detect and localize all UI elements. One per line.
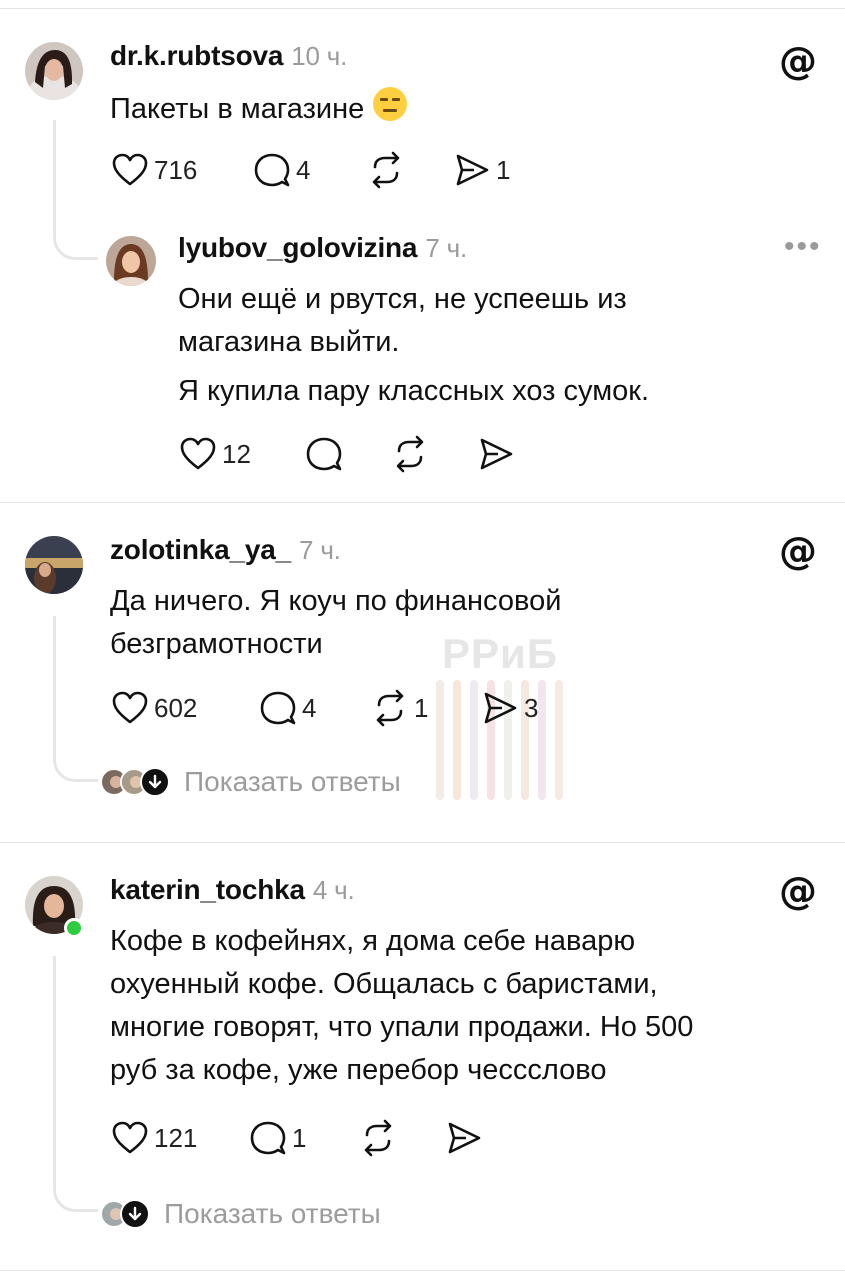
chevron-down-icon bbox=[120, 1199, 150, 1229]
comment-line: магазина выйти. bbox=[178, 326, 400, 358]
repost-button[interactable] bbox=[366, 150, 452, 190]
heart-icon bbox=[112, 691, 148, 724]
show-replies-label: Показать ответы bbox=[184, 766, 401, 797]
repost-button[interactable] bbox=[358, 1118, 444, 1158]
send-icon bbox=[484, 692, 517, 724]
comment-line: Они ещё и рвутся, не успеешь из bbox=[178, 283, 627, 315]
action-bar: 716 4 1 bbox=[110, 150, 510, 190]
heart-icon bbox=[112, 1121, 148, 1154]
comment-line: Кофе в кофейнях, я дома себе наварю bbox=[110, 925, 636, 957]
repost-icon bbox=[372, 151, 400, 189]
comment-text: Пакеты в магазине bbox=[110, 86, 408, 135]
avatar[interactable] bbox=[25, 42, 83, 100]
username-text[interactable]: zolotinka_ya_ bbox=[110, 534, 291, 565]
comment-username[interactable]: lyubov_golovizina 7 ч. bbox=[178, 232, 467, 264]
heart-icon bbox=[112, 153, 148, 186]
comment-bubble-icon bbox=[260, 691, 296, 725]
divider-1 bbox=[0, 502, 845, 503]
more-options-button[interactable]: ••• bbox=[784, 230, 822, 264]
repost-button[interactable]: 1 bbox=[370, 688, 480, 728]
threads-logo-icon[interactable]: @ bbox=[778, 869, 818, 917]
threads-logo-icon[interactable]: @ bbox=[778, 529, 818, 577]
thread-connector bbox=[53, 616, 98, 782]
comment-bubble-icon bbox=[254, 153, 290, 187]
action-bar: 12 bbox=[178, 434, 516, 474]
reply-count: 4 bbox=[302, 692, 317, 723]
online-status-indicator bbox=[64, 918, 84, 938]
share-count: 3 bbox=[524, 692, 539, 723]
timestamp: 7 ч. bbox=[299, 535, 341, 565]
show-replies-button[interactable]: Показать ответы bbox=[100, 1198, 381, 1230]
action-bar: 602 4 1 3 bbox=[110, 688, 538, 728]
username-text[interactable]: katerin_tochka bbox=[110, 874, 305, 905]
svg-text:@: @ bbox=[779, 870, 817, 912]
send-icon bbox=[480, 438, 513, 470]
username-text[interactable]: dr.k.rubtsova bbox=[110, 40, 283, 71]
action-bar: 121 1 bbox=[110, 1118, 484, 1158]
comment-line: многие говорят, что упали продажи. Но 50… bbox=[110, 1011, 694, 1043]
repost-icon bbox=[364, 1119, 392, 1157]
like-count: 602 bbox=[154, 692, 198, 723]
comment-line: Я купила пару классных хоз сумок. bbox=[178, 375, 650, 407]
thread-connector bbox=[53, 956, 98, 1212]
reply-count: 4 bbox=[296, 154, 311, 185]
like-button[interactable]: 602 bbox=[110, 688, 258, 728]
comment-text: Они ещё и рвутся, не успеешь из магазина… bbox=[178, 278, 649, 413]
comment-username[interactable]: katerin_tochka 4 ч. bbox=[110, 874, 355, 906]
divider-2 bbox=[0, 842, 845, 843]
comment-line: руб за кофе, уже перебор чесcслово bbox=[110, 1054, 607, 1086]
share-count: 1 bbox=[496, 154, 511, 185]
like-button[interactable]: 716 bbox=[110, 150, 252, 190]
like-button[interactable]: 121 bbox=[110, 1118, 248, 1158]
chevron-down-icon bbox=[140, 767, 170, 797]
show-replies-label: Показать ответы bbox=[164, 1198, 381, 1229]
avatar[interactable] bbox=[106, 236, 156, 286]
comment-text: Кофе в кофейнях, я дома себе наварю охуе… bbox=[110, 920, 693, 1092]
reply-button[interactable]: 4 bbox=[252, 150, 366, 190]
like-button[interactable]: 12 bbox=[178, 434, 304, 474]
svg-text:@: @ bbox=[779, 530, 817, 572]
send-icon bbox=[448, 1122, 481, 1154]
comment-line: Да ничего. Я коуч по финансовой bbox=[110, 585, 562, 617]
timestamp: 7 ч. bbox=[425, 233, 467, 263]
comment-username[interactable]: dr.k.rubtsova 10 ч. bbox=[110, 40, 347, 72]
comment-line: Пакеты в магазине bbox=[110, 93, 365, 126]
comment-username[interactable]: zolotinka_ya_ 7 ч. bbox=[110, 534, 341, 566]
reply-count: 1 bbox=[292, 1122, 307, 1153]
heart-icon bbox=[180, 437, 216, 470]
repost-button[interactable] bbox=[390, 434, 476, 474]
timestamp: 4 ч. bbox=[312, 875, 355, 905]
timestamp: 10 ч. bbox=[291, 41, 348, 71]
like-count: 716 bbox=[154, 154, 198, 185]
threads-logo-icon[interactable]: @ bbox=[778, 39, 818, 87]
send-icon bbox=[456, 154, 489, 186]
repost-count: 1 bbox=[414, 692, 429, 723]
avatar[interactable] bbox=[25, 536, 83, 594]
watermark-text: РРиБ bbox=[442, 630, 559, 677]
like-count: 12 bbox=[222, 438, 251, 469]
svg-text:@: @ bbox=[779, 40, 817, 82]
username-text[interactable]: lyubov_golovizina bbox=[178, 232, 418, 263]
thread-connector bbox=[53, 120, 98, 260]
share-button[interactable] bbox=[444, 1118, 484, 1158]
reply-button[interactable]: 1 bbox=[248, 1118, 358, 1158]
share-button[interactable]: 3 bbox=[480, 688, 538, 728]
repost-icon bbox=[376, 689, 404, 727]
reply-button[interactable] bbox=[304, 434, 390, 474]
share-button[interactable] bbox=[476, 434, 516, 474]
comment-bubble-icon bbox=[306, 437, 342, 471]
repost-icon bbox=[396, 435, 424, 473]
show-replies-button[interactable]: Показать ответы bbox=[100, 766, 401, 798]
top-divider bbox=[0, 8, 845, 9]
reply-button[interactable]: 4 bbox=[258, 688, 370, 728]
comment-bubble-icon bbox=[250, 1121, 286, 1155]
bottom-divider bbox=[0, 1270, 845, 1271]
comment-line: охуенный кофе. Общалась с баристами, bbox=[110, 968, 658, 1000]
share-button[interactable]: 1 bbox=[452, 150, 510, 190]
expressionless-face-icon bbox=[372, 86, 408, 135]
like-count: 121 bbox=[154, 1122, 198, 1153]
